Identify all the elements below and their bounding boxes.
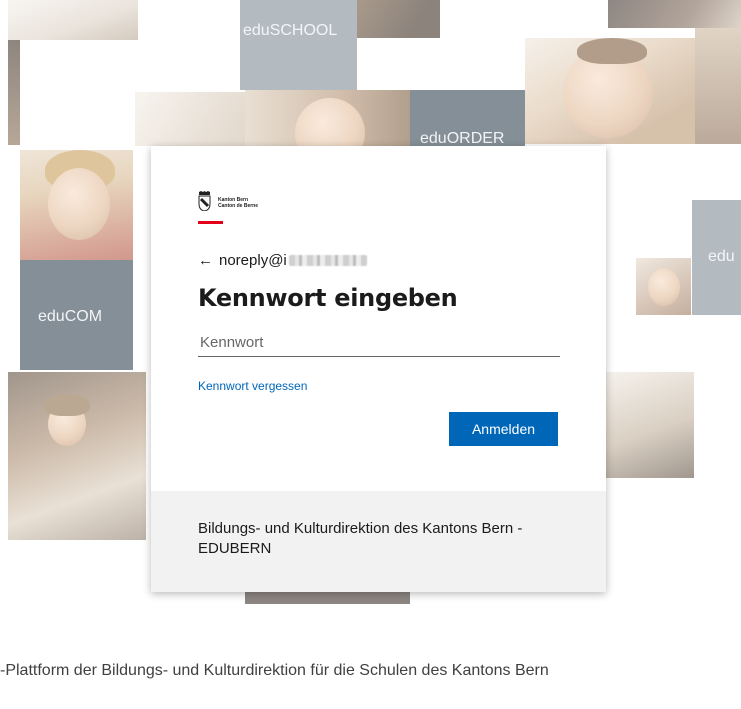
identity-banner[interactable]: ← noreply@i [198,250,367,270]
back-arrow-icon[interactable]: ← [198,252,213,269]
bern-coat-of-arms-icon [198,191,211,211]
logo-red-bar [198,221,223,224]
dialog-footer: Bildungs- und Kulturdirektion des Kanton… [151,491,606,592]
forgot-password-link[interactable]: Kennwort vergessen [198,379,307,393]
organization-text: Bildungs- und Kulturdirektion des Kanton… [198,520,523,557]
email-redaction-blur [288,254,367,266]
kanton-bern-logo: Kanton Bern Canton de Berne [198,191,318,225]
password-input[interactable] [198,328,560,357]
logo-line-2: Canton de Berne [218,203,259,209]
signin-button[interactable]: Anmelden [449,412,558,446]
login-dialog: Kanton Bern Canton de Berne ← noreply@i … [151,146,606,592]
dialog-body: Kanton Bern Canton de Berne ← noreply@i … [151,146,606,491]
page-title: Kennwort eingeben [198,284,458,312]
identity-email: noreply@i [219,251,287,269]
platform-footer-text: -Plattform der Bildungs- und Kulturdirek… [0,662,549,679]
